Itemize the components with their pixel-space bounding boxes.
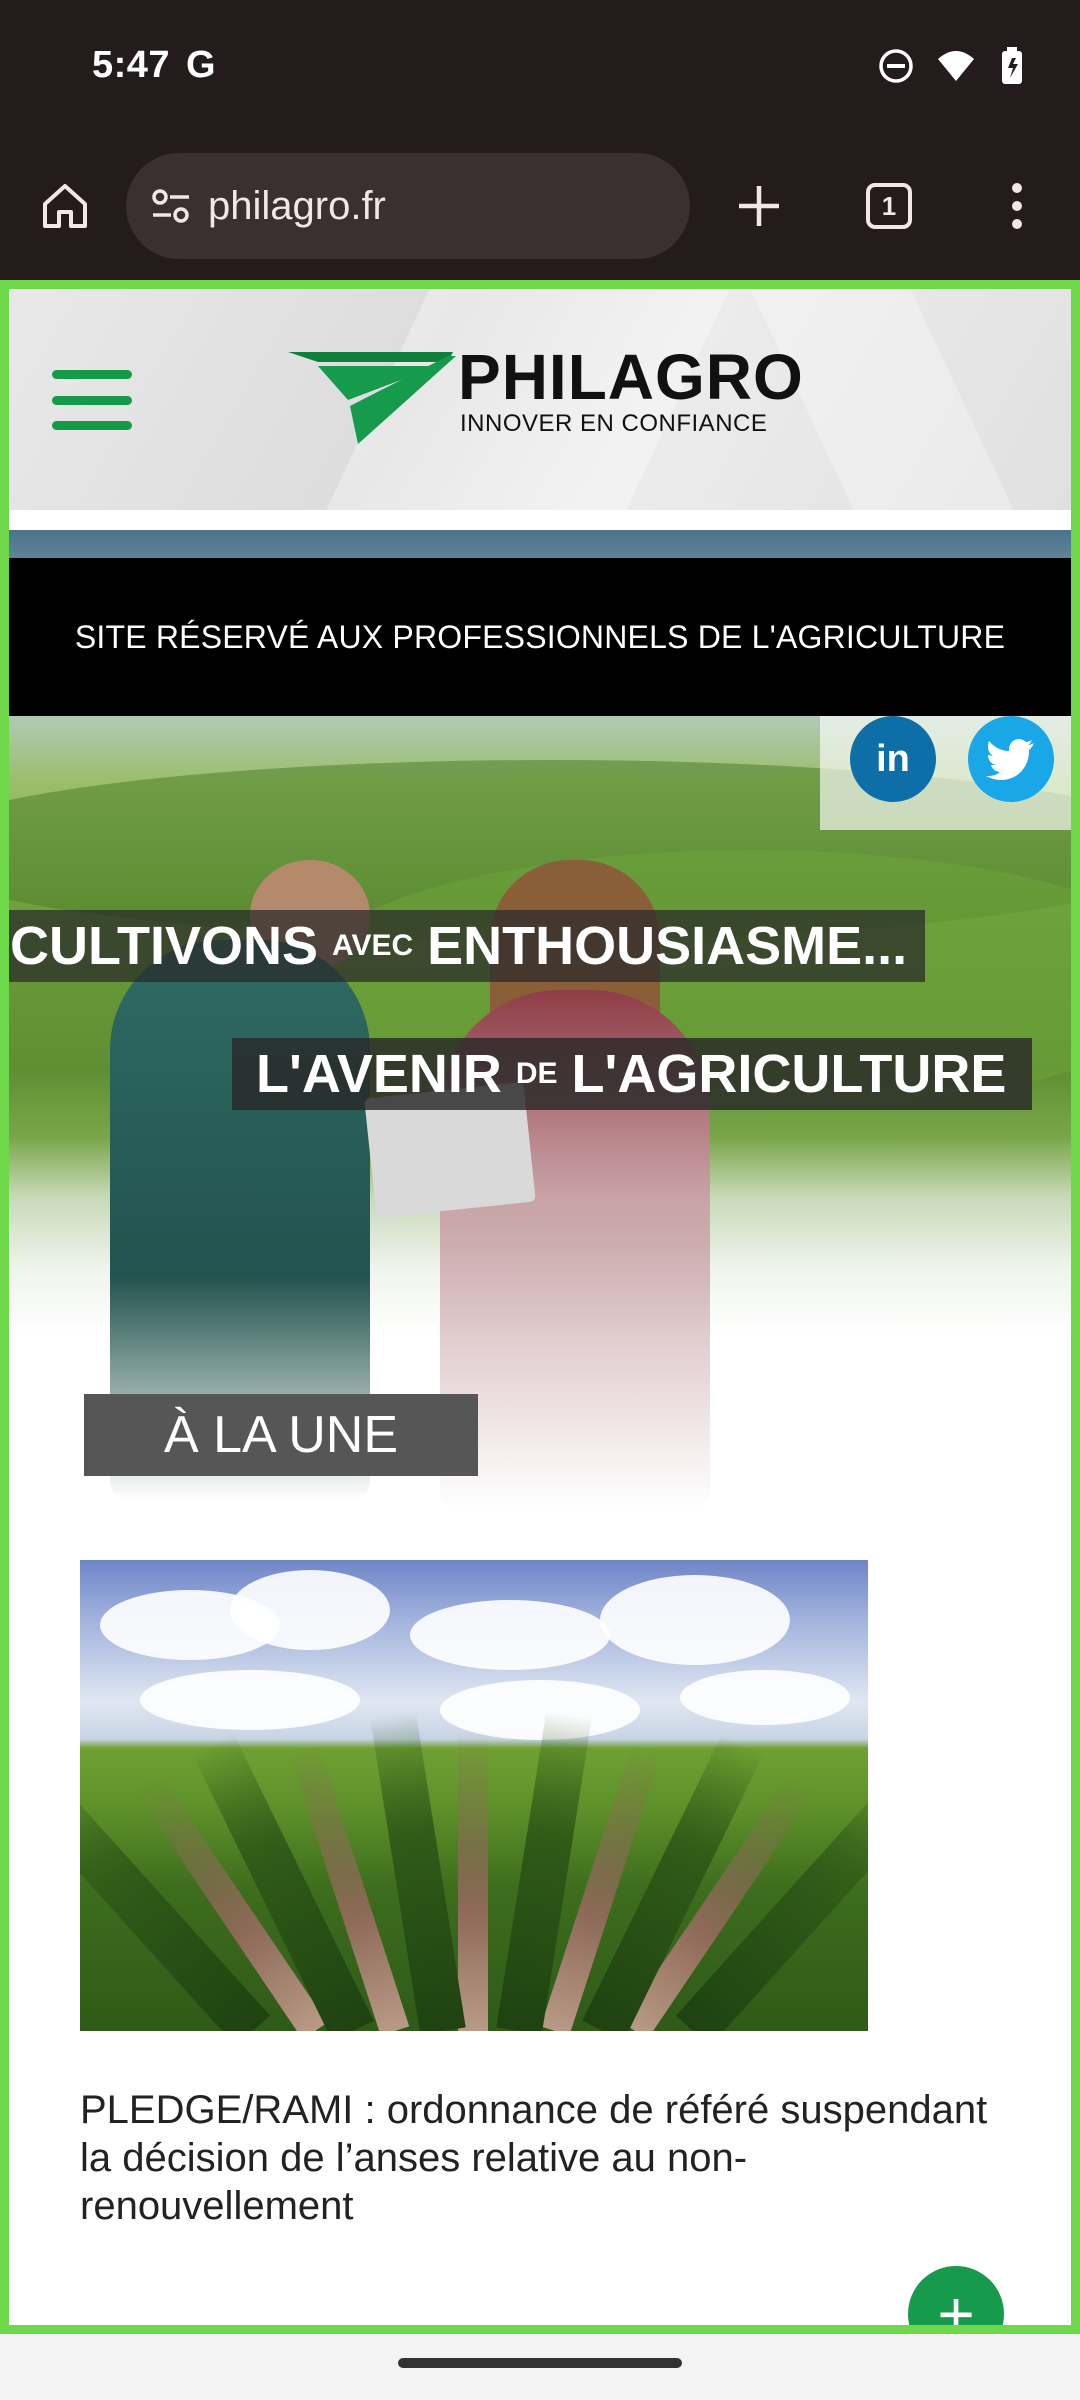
- site-header: PHILAGRO INNOVER EN CONFIANCE: [0, 280, 1080, 510]
- hero-tagline-1: CULTIVONS AVEC ENTHOUSIASME...: [0, 910, 926, 982]
- floating-plus-button[interactable]: +: [908, 2266, 1004, 2334]
- url-text: philagro.fr: [208, 183, 386, 228]
- linkedin-button[interactable]: in: [850, 716, 936, 802]
- logo-tagline: INNOVER EN CONFIANCE: [460, 410, 768, 437]
- google-icon: G: [186, 44, 216, 86]
- url-bar[interactable]: philagro.fr: [126, 153, 690, 259]
- tagline-text: L'AGRICULTURE: [571, 1044, 1007, 1104]
- dnd-icon: [878, 48, 914, 84]
- twitter-button[interactable]: [968, 716, 1054, 802]
- hero-tagline-2: L'AVENIR DE L'AGRICULTURE: [232, 1038, 1033, 1110]
- section-title: À LA UNE: [84, 1394, 478, 1476]
- tagline-text: CULTIVONS: [10, 916, 318, 976]
- hamburger-menu-button[interactable]: [52, 370, 132, 430]
- home-button[interactable]: [30, 171, 100, 241]
- browser-menu-button[interactable]: [982, 171, 1052, 241]
- plus-icon: [739, 186, 779, 226]
- tab-switcher-button[interactable]: 1: [854, 171, 924, 241]
- cloud: [680, 1670, 850, 1725]
- cloud: [600, 1575, 790, 1665]
- hamburger-line: [52, 395, 132, 405]
- more-vert-icon: [1012, 183, 1022, 229]
- tagline-text: L'AVENIR: [256, 1044, 502, 1104]
- browser-toolbar: philagro.fr 1: [0, 135, 1080, 280]
- article-image[interactable]: [80, 1560, 868, 2031]
- article-title-link[interactable]: PLEDGE/RAMI : ordonnance de référé suspe…: [80, 2086, 1000, 2230]
- wifi-icon: [936, 49, 976, 83]
- system-navigation-area: [0, 2334, 1080, 2400]
- tab-count: 1: [866, 183, 912, 229]
- site-settings-icon[interactable]: [146, 181, 196, 231]
- battery-icon: [998, 46, 1028, 86]
- tagline-small-word: AVEC: [332, 929, 414, 962]
- web-viewport: PHILAGRO INNOVER EN CONFIANCE SITE RÉSER…: [0, 280, 1080, 2334]
- philagro-logo[interactable]: PHILAGRO INNOVER EN CONFIANCE: [288, 340, 818, 450]
- twitter-icon: [986, 739, 1034, 780]
- status-time: 5:47: [92, 44, 171, 86]
- social-links: in: [820, 716, 1080, 830]
- vine-soil: [458, 1731, 488, 2031]
- cloud: [230, 1570, 390, 1650]
- status-bar: 5:47 G: [0, 0, 1080, 135]
- status-icons: [878, 46, 1028, 86]
- home-icon: [43, 184, 87, 228]
- tagline-text: ENTHOUSIASME...: [427, 916, 908, 976]
- hamburger-line: [52, 370, 132, 379]
- tagline-small-word: DE: [515, 1057, 558, 1090]
- new-tab-button[interactable]: [724, 171, 794, 241]
- pro-banner: SITE RÉSERVÉ AUX PROFESSIONNELS DE L'AGR…: [0, 558, 1080, 716]
- gesture-handle[interactable]: [398, 2358, 682, 2368]
- linkedin-icon: in: [876, 737, 910, 780]
- logo-mark-icon: [288, 352, 456, 444]
- hamburger-line: [52, 421, 132, 430]
- cloud: [410, 1600, 610, 1670]
- cloud: [140, 1670, 360, 1730]
- logo-name: PHILAGRO: [458, 341, 804, 413]
